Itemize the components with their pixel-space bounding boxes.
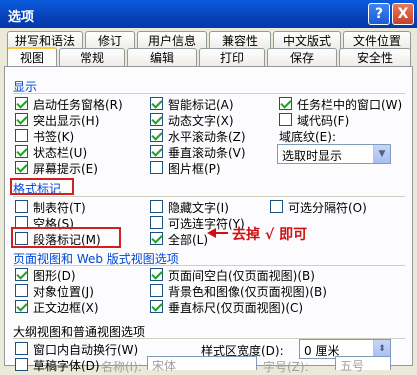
checkbox-box[interactable] bbox=[15, 358, 28, 371]
checkbox-box[interactable] bbox=[150, 268, 163, 281]
field-shading-value: 选取时显示 bbox=[282, 149, 343, 163]
tab-save[interactable]: 保存 bbox=[267, 48, 337, 67]
checkbox-box[interactable] bbox=[15, 161, 28, 174]
tab-print[interactable]: 打印 bbox=[199, 48, 265, 67]
section-divider bbox=[13, 265, 405, 266]
tab-general[interactable]: 常规 bbox=[59, 48, 125, 67]
tab-edit[interactable]: 编辑 bbox=[127, 48, 197, 67]
checkbox-label: 状态栏(U) bbox=[33, 146, 88, 160]
checkbox-label: 正文边框(X) bbox=[33, 301, 99, 315]
checkbox-label: 可选分隔符(O) bbox=[288, 201, 367, 215]
section-divider bbox=[13, 196, 405, 197]
checkbox-box[interactable] bbox=[150, 216, 163, 229]
annotation-text: 去掉 √ 即可 bbox=[232, 227, 308, 243]
checkbox-box[interactable] bbox=[150, 97, 163, 110]
checkbox-label: 垂直滚动条(V) bbox=[168, 146, 246, 160]
title-bar: 选项 ? X bbox=[0, 0, 417, 28]
draft-font-size-label: 字号(Z): bbox=[263, 360, 309, 374]
checkbox-label: 域代码(F) bbox=[297, 114, 350, 128]
chevron-down-icon[interactable]: ▼ bbox=[373, 145, 390, 163]
checkbox-box[interactable] bbox=[15, 342, 28, 355]
draft-font-name-label: 名称(I): bbox=[101, 360, 142, 374]
checkbox-box[interactable] bbox=[150, 200, 163, 213]
tab-security[interactable]: 安全性 bbox=[339, 48, 411, 67]
field-shading-select[interactable]: 选取时显示 ▼ bbox=[277, 144, 391, 164]
checkbox-label: 突出显示(H) bbox=[33, 114, 100, 128]
checkbox-label: 书签(K) bbox=[33, 130, 75, 144]
checkbox-label: 图形(D) bbox=[33, 269, 76, 283]
checkbox-box[interactable] bbox=[15, 145, 28, 158]
checkbox-box[interactable] bbox=[150, 129, 163, 142]
checkbox-box[interactable] bbox=[150, 113, 163, 126]
window-title: 选项 bbox=[8, 10, 35, 25]
arrow-shaft bbox=[214, 232, 228, 234]
checkbox-label: 制表符(T) bbox=[33, 201, 86, 215]
checkbox-label: 屏幕提示(E) bbox=[33, 162, 98, 176]
tab-view[interactable]: 视图 bbox=[7, 47, 57, 67]
checkbox-label: 背景色和图像(仅页面视图)(B) bbox=[168, 285, 327, 299]
checkbox-label: 垂直标尺(仅页面视图)(C) bbox=[168, 301, 304, 315]
checkbox-label: 智能标记(A) bbox=[168, 98, 234, 112]
checkbox-box[interactable] bbox=[15, 284, 28, 297]
checkbox-label: 动态文字(X) bbox=[168, 114, 234, 128]
checkbox-box[interactable] bbox=[15, 97, 28, 110]
checkbox-box[interactable] bbox=[279, 97, 292, 110]
close-button[interactable]: X bbox=[392, 3, 414, 25]
checkbox-label: 任务栏中的窗口(W) bbox=[297, 98, 403, 112]
checkbox-label: 页面间空白(仅页面视图)(B) bbox=[168, 269, 315, 283]
checkbox-label: 窗口内自动换行(W) bbox=[33, 343, 139, 357]
field-shading-label: 域底纹(E): bbox=[279, 130, 336, 144]
checkbox-label: 对象位置(J) bbox=[33, 285, 94, 299]
paragraph-marks-highlight-box bbox=[11, 227, 121, 248]
checkbox-box[interactable] bbox=[15, 129, 28, 142]
checkbox-label: 全部(L) bbox=[168, 233, 209, 247]
checkbox-box[interactable] bbox=[15, 300, 28, 313]
checkbox-box[interactable] bbox=[150, 300, 163, 313]
draft-font-name-select[interactable]: 宋体 bbox=[147, 356, 257, 373]
checkbox-box[interactable] bbox=[15, 113, 28, 126]
draft-font-size-select[interactable]: 五号 bbox=[335, 356, 391, 373]
checkbox-box[interactable] bbox=[270, 200, 283, 213]
checkbox-label: 隐藏文字(I) bbox=[168, 201, 229, 215]
checkbox-label: 水平滚动条(Z) bbox=[168, 130, 246, 144]
section-divider bbox=[13, 93, 405, 94]
checkbox-box[interactable] bbox=[279, 113, 292, 126]
checkbox-box[interactable] bbox=[150, 232, 163, 245]
view-options-panel: 显示 启动任务窗格(R) 智能标记(A) 任务栏中的窗口(W) 突出显示(H) … bbox=[4, 66, 413, 374]
help-button[interactable]: ? bbox=[368, 3, 390, 25]
checkbox-box[interactable] bbox=[15, 200, 28, 213]
checkbox-label: 图片框(P) bbox=[168, 162, 221, 176]
checkbox-box[interactable] bbox=[15, 268, 28, 281]
checkbox-box[interactable] bbox=[150, 284, 163, 297]
checkbox-box[interactable] bbox=[150, 145, 163, 158]
format-marks-highlight-box bbox=[10, 178, 74, 195]
checkbox-box[interactable] bbox=[150, 161, 163, 174]
checkbox-label: 启动任务窗格(R) bbox=[33, 98, 123, 112]
